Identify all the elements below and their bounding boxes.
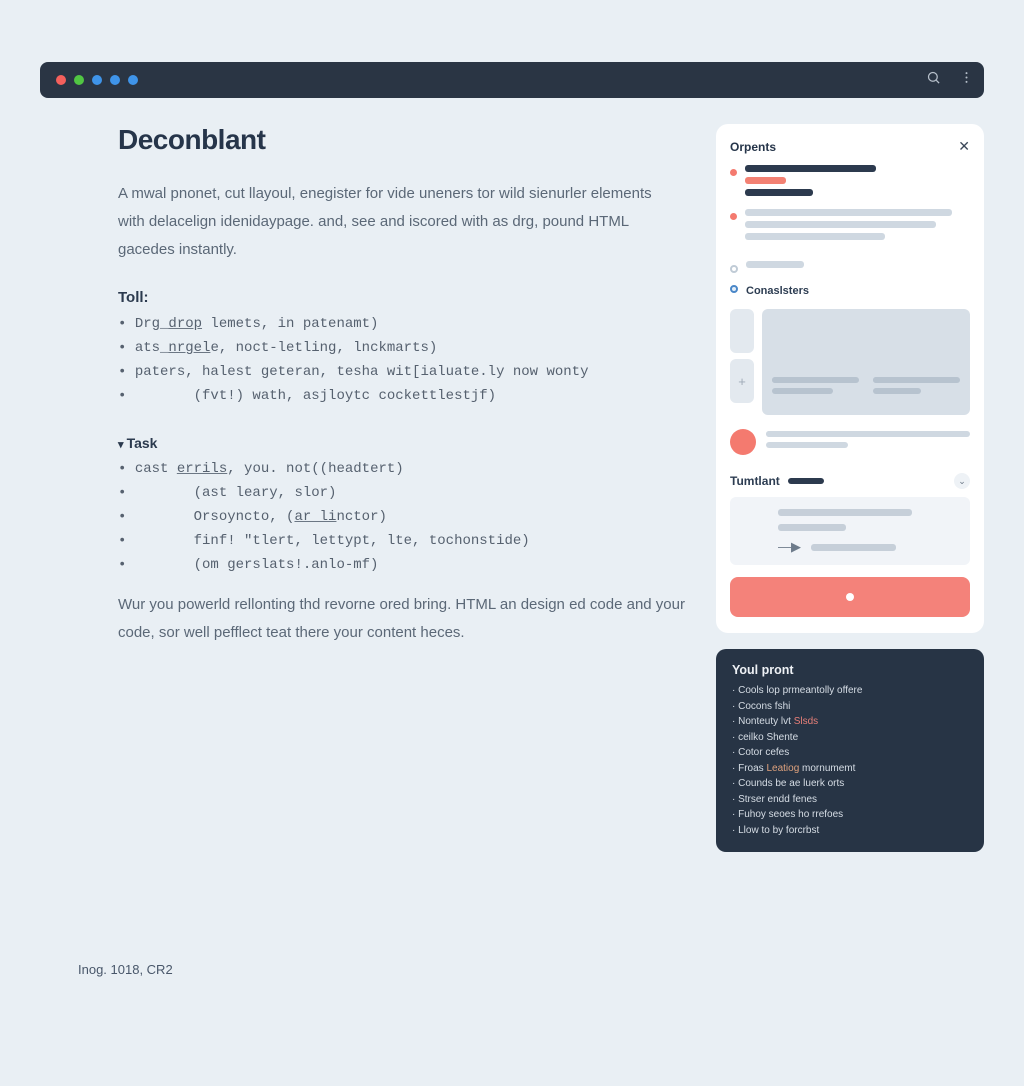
radio-icon[interactable] — [730, 285, 738, 293]
side-panel: Orpents ✕ — [716, 124, 984, 633]
list-item: • (om gerslats!.anlo-mf) — [118, 553, 690, 577]
code-preview: —▶ — [730, 497, 970, 565]
list-item: • (fvt!) wath, asjloytc cockettlestjf) — [118, 384, 690, 408]
tab-dot-2[interactable] — [110, 75, 120, 85]
promo-card: Youl pront Cools lop prmeantolly offereC… — [716, 649, 984, 852]
radio-icon[interactable] — [730, 265, 738, 273]
avatar[interactable] — [730, 429, 756, 455]
promo-item: Nonteuty lvt Slsds — [732, 714, 968, 730]
promo-item: Cools lop prmeantolly offere — [732, 683, 968, 699]
intro-text: A mwal pnonet, cut llayoul, enegister fo… — [118, 180, 678, 263]
promo-item: ceilko Shente — [732, 730, 968, 746]
task-heading[interactable]: Task — [118, 435, 690, 451]
promo-item: Strser endd fenes — [732, 792, 968, 808]
titlebar — [40, 62, 984, 98]
preview-thumbnail[interactable] — [762, 309, 970, 415]
promo-item: Cocons fshi — [732, 699, 968, 715]
list-item: • Orsoyncto, (ar linctor) — [118, 505, 690, 529]
status-dot — [730, 169, 737, 176]
minimize-dot[interactable] — [74, 75, 84, 85]
footer-meta: Inog. 1018, CR2 — [0, 962, 1024, 977]
author-row — [730, 429, 970, 455]
promo-list: Cools lop prmeantolly offereCocons fshiN… — [732, 683, 968, 838]
closing-text: Wur you powerld rellonting thd revorne o… — [118, 591, 688, 647]
tab-dot-3[interactable] — [128, 75, 138, 85]
promo-item: Counds be ae luerk orts — [732, 776, 968, 792]
toll-list: Drg_drop lemets, in patenamt)ats_nrgele,… — [118, 312, 690, 408]
list-item[interactable] — [730, 209, 970, 245]
tumtlant-row[interactable]: Tumtlant ⌄ — [730, 473, 970, 489]
list-item: • (ast leary, slor) — [118, 481, 690, 505]
list-item: • finf! "tlert, lettypt, lte, tochonstid… — [118, 529, 690, 553]
list-item: cast errils, you. not((headtert) — [118, 457, 690, 481]
thumb-slot[interactable] — [730, 309, 754, 353]
list-item: Drg_drop lemets, in patenamt) — [118, 312, 690, 336]
promo-item: Cotor cefes — [732, 745, 968, 761]
list-item[interactable] — [730, 165, 970, 201]
add-button[interactable]: + — [730, 359, 754, 403]
toll-heading: Toll: — [118, 289, 690, 306]
promo-title: Youl pront — [732, 663, 968, 677]
play-arrow-icon[interactable]: —▶ — [778, 539, 801, 555]
task-list: cast errils, you. not((headtert)• (ast l… — [118, 457, 690, 577]
list-item[interactable] — [730, 261, 970, 273]
list-item[interactable]: Conaslsters — [730, 281, 970, 299]
panel-title: Orpents — [730, 140, 776, 154]
close-dot[interactable] — [56, 75, 66, 85]
tab-dot-1[interactable] — [92, 75, 102, 85]
promo-item: Froas Leatiog mornumemt — [732, 761, 968, 777]
promo-item: Llow to by forcrbst — [732, 823, 968, 839]
list-item: paters, halest geteran, tesha wit[ialuat… — [118, 360, 690, 384]
page-title: Deconblant — [118, 124, 690, 156]
tumtlant-label: Tumtlant — [730, 474, 780, 488]
search-icon[interactable] — [926, 70, 941, 90]
traffic-lights[interactable] — [56, 75, 138, 85]
preview-block: + — [730, 309, 970, 415]
consists-label: Conaslsters — [746, 285, 809, 297]
close-icon[interactable]: ✕ — [958, 138, 970, 155]
more-icon[interactable] — [959, 70, 974, 90]
status-dot — [730, 213, 737, 220]
list-item: ats_nrgele, noct-letling, lnckmarts) — [118, 336, 690, 360]
primary-cta-button[interactable] — [730, 577, 970, 617]
promo-item: Fuhoy seoes ho rrefoes — [732, 807, 968, 823]
chevron-down-icon[interactable]: ⌄ — [954, 473, 970, 489]
